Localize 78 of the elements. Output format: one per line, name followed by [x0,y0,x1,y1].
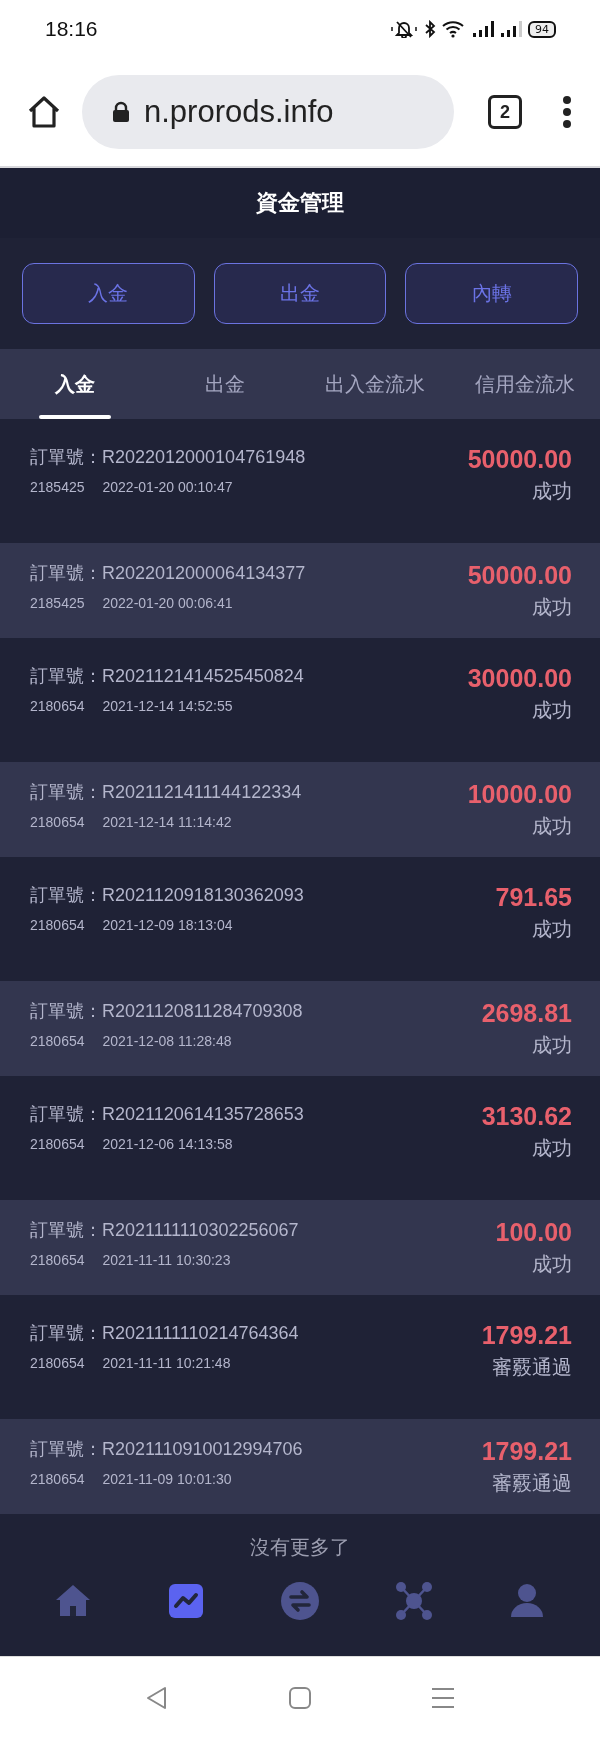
record-status: 審覈通過 [492,1354,572,1381]
user-id: 2180654 [30,1355,85,1371]
amount: 30000.00 [467,664,572,693]
amount: 791.65 [495,883,572,912]
amount: 50000.00 [467,561,572,590]
user-id: 2180654 [30,814,85,830]
tab[interactable]: 出金 [150,349,300,419]
user-id: 2180654 [30,1252,85,1268]
user-id: 2185425 [30,595,85,611]
record-time: 2021-12-08 11:28:48 [102,1033,232,1049]
lock-icon [112,101,130,123]
record-time: 2021-12-09 18:13:04 [102,917,233,933]
amount: 3130.62 [481,1102,572,1131]
action-button[interactable]: 出金 [213,263,387,324]
record-time: 2021-11-11 10:30:23 [102,1252,231,1268]
record-status: 審覈通過 [492,1470,572,1497]
wifi-icon [442,20,466,38]
exchange-nav-button[interactable] [280,1581,320,1621]
record-status: 成功 [532,697,572,724]
amount: 2698.81 [481,999,572,1028]
amount: 1799.21 [481,1321,572,1350]
tab[interactable]: 入金 [0,349,150,419]
tab[interactable]: 出入金流水 [300,349,450,419]
order-number: 訂單號：R2021120614135728653 [30,1103,304,1126]
amount: 10000.00 [467,780,572,809]
user-id: 2180654 [30,1471,85,1487]
record-time: 2021-11-09 10:01:30 [102,1471,232,1487]
record-row[interactable]: 訂單號：R2021120811284709308 2180654 2021-12-08 11:28:48 2698.81 成功 [0,981,600,1076]
user-id: 2185425 [30,479,85,495]
amount: 100.00 [495,1218,572,1247]
record-status: 成功 [532,594,572,621]
network-nav-button[interactable] [393,1581,434,1621]
record-time: 2021-11-11 10:21:48 [102,1355,231,1371]
status-time: 18:16 [45,17,98,41]
user-id: 2180654 [30,1136,85,1152]
home-icon[interactable] [26,94,62,130]
address-bar[interactable]: n.prorods.info [82,75,454,149]
amount: 1799.21 [481,1437,572,1466]
action-button[interactable]: 內轉 [405,263,578,324]
record-row[interactable]: 訂單號：R2022012000064134377 2185425 2022-01-20 00:06:41 50000.00 成功 [0,543,600,638]
tab-count-button[interactable]: 2 [488,95,522,129]
order-number: 訂單號：R2021120811284709308 [30,1000,303,1023]
record-time: 2021-12-14 11:14:42 [102,814,232,830]
record-row[interactable]: 訂單號：R2021121411144122334 2180654 2021-12-14 11:14:42 10000.00 成功 [0,762,600,857]
record-status: 成功 [532,478,572,505]
bluetooth-icon [424,20,436,38]
amount: 50000.00 [467,445,572,474]
list-end-text: 沒有更多了 [250,1534,350,1561]
user-id: 2180654 [30,698,85,714]
user-id: 2180654 [30,917,85,933]
action-button[interactable]: 入金 [22,263,195,324]
record-time: 2022-01-20 00:10:47 [102,479,233,495]
user-id: 2180654 [30,1033,85,1049]
mute-icon [390,20,418,38]
record-status: 成功 [532,1135,572,1162]
order-number: 訂單號：R2021121414525450824 [30,665,304,688]
order-number: 訂單號：R2022012000064134377 [30,562,306,585]
record-status: 成功 [532,1032,572,1059]
record-time: 2021-12-14 14:52:55 [102,698,233,714]
signal-icon [500,20,522,38]
record-row[interactable]: 訂單號：R2021111110302256067 2180654 2021-11-11 10:30:23 100.00 成功 [0,1200,600,1295]
order-number: 訂單號：R2021111110214764364 [30,1322,299,1345]
page-title: 資金管理 [256,189,344,217]
order-number: 訂單號：R2022012000104761948 [30,446,306,469]
tab[interactable]: 信用金流水 [450,349,600,419]
battery-indicator: 94 [528,20,556,38]
record-status: 成功 [532,1251,572,1278]
record-status: 成功 [532,916,572,943]
order-number: 訂單號：R2021110910012994706 [30,1438,303,1461]
record-row[interactable]: 訂單號：R2021110910012994706 2180654 2021-11-09 10:01:30 1799.21 審覈通過 [0,1419,600,1514]
signal-icon [472,20,494,38]
menu-icon[interactable] [562,95,572,129]
record-time: 2022-01-20 00:06:41 [102,595,233,611]
order-number: 訂單號：R2021120918130362093 [30,884,304,907]
order-number: 訂單號：R2021121411144122334 [30,781,302,804]
record-status: 成功 [532,813,572,840]
order-number: 訂單號：R2021111110302256067 [30,1219,299,1242]
record-time: 2021-12-06 14:13:58 [102,1136,233,1152]
